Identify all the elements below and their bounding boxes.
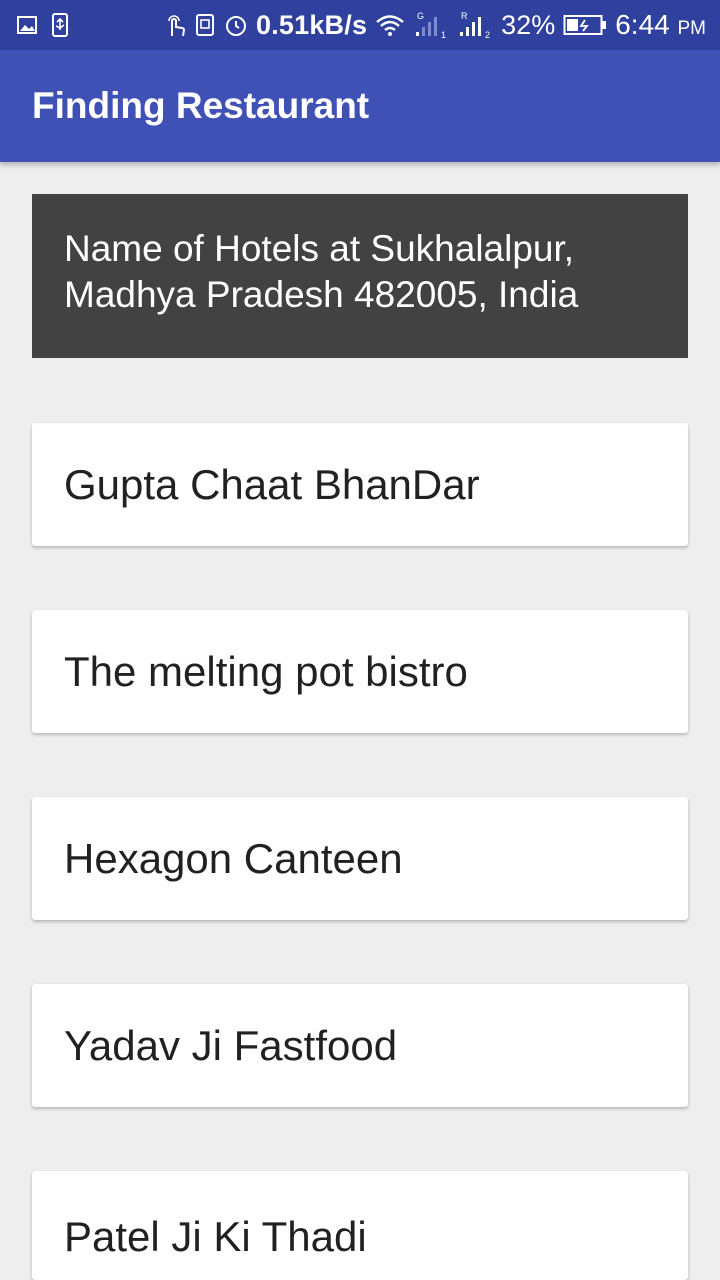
svg-text:1: 1 xyxy=(441,30,446,40)
clock-time: 6:44 xyxy=(615,9,670,40)
app-bar: Finding Restaurant xyxy=(0,50,720,162)
network-speed: 0.51kB/s xyxy=(255,9,368,40)
clock: 6:44 PM xyxy=(615,9,706,41)
restaurant-card[interactable]: The melting pot bistro xyxy=(32,610,688,733)
svg-text:G: G xyxy=(417,11,424,21)
signal-icon: R 2 xyxy=(457,10,493,40)
svg-text:2: 2 xyxy=(485,30,490,40)
battery-percent: 32% xyxy=(501,9,556,40)
image-icon xyxy=(16,14,38,36)
signal-icon: G 1 xyxy=(413,10,449,40)
restaurant-card[interactable]: Patel Ji Ki Thadi xyxy=(32,1171,688,1280)
status-bar: 0.51kB/s G 1 R 2 32% 6:44 PM xyxy=(0,0,720,50)
wifi-icon xyxy=(375,13,405,37)
battery-icon xyxy=(563,14,607,36)
restaurant-card[interactable]: Yadav Ji Fastfood xyxy=(32,984,688,1107)
clock-ampm: PM xyxy=(677,18,707,39)
restaurant-card[interactable]: Hexagon Canteen xyxy=(32,797,688,920)
app-title: Finding Restaurant xyxy=(32,85,370,126)
alarm-icon xyxy=(224,13,248,37)
usb-icon xyxy=(50,12,70,38)
screenshot-icon xyxy=(194,13,216,37)
svg-text:R: R xyxy=(461,11,468,21)
restaurant-card[interactable]: Gupta Chaat BhanDar xyxy=(32,423,688,546)
location-header: Name of Hotels at Sukhalalpur, Madhya Pr… xyxy=(32,194,688,358)
touch-icon xyxy=(164,12,186,38)
